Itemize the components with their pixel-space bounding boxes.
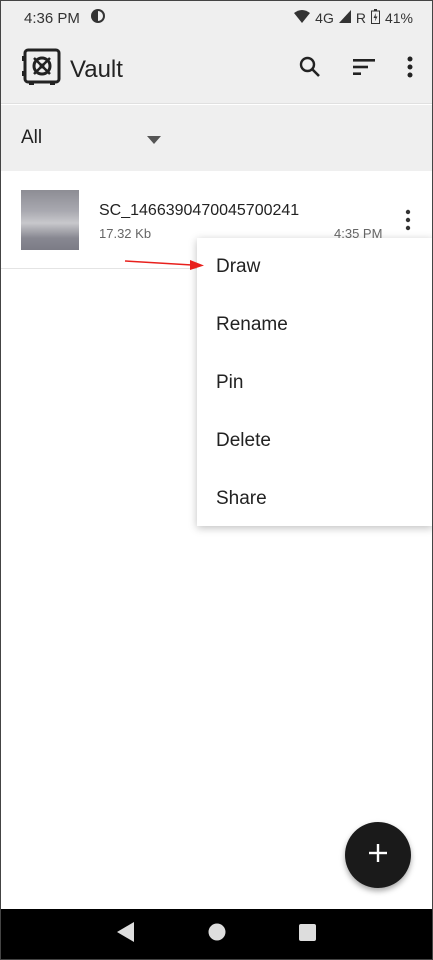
status-time: 4:36 PM xyxy=(24,9,80,27)
menu-item-rename[interactable]: Rename xyxy=(197,296,433,354)
more-vert-icon[interactable] xyxy=(407,56,413,83)
app-bar: Vault xyxy=(0,36,433,104)
vault-logo-icon xyxy=(22,48,62,91)
add-button[interactable] xyxy=(345,822,411,888)
menu-item-share[interactable]: Share xyxy=(197,470,433,528)
data-saver-icon xyxy=(90,8,106,28)
network-type: 4G xyxy=(315,10,334,26)
menu-item-pin[interactable]: Pin xyxy=(197,354,433,412)
signal-icon xyxy=(338,10,351,26)
file-size: 17.32 Kb xyxy=(99,226,152,241)
navigation-bar xyxy=(0,909,433,960)
item-more-icon[interactable] xyxy=(401,208,415,232)
annotation-arrow-icon xyxy=(124,256,206,277)
context-menu: Draw Rename Pin Delete Share xyxy=(197,238,433,526)
file-thumbnail xyxy=(21,190,79,250)
status-bar: 4:36 PM 4G R 41% xyxy=(0,0,433,36)
home-icon[interactable] xyxy=(208,923,226,946)
menu-item-delete[interactable]: Delete xyxy=(197,412,433,470)
battery-level: 41% xyxy=(384,10,413,26)
filter-selected-value: All xyxy=(21,127,43,148)
back-icon[interactable] xyxy=(116,922,135,947)
recents-icon[interactable] xyxy=(299,923,317,946)
menu-item-draw[interactable]: Draw xyxy=(197,238,433,296)
add-icon xyxy=(369,843,387,867)
file-name: SC_1466390470045700241 xyxy=(99,202,300,219)
dropdown-caret-icon xyxy=(147,131,161,149)
search-icon[interactable] xyxy=(299,56,321,83)
app-title: Vault xyxy=(70,55,123,83)
battery-icon xyxy=(370,9,380,27)
filter-dropdown[interactable]: All xyxy=(0,105,433,171)
sort-icon[interactable] xyxy=(353,59,375,80)
roaming-indicator: R xyxy=(355,10,366,26)
wifi-icon xyxy=(294,10,311,26)
